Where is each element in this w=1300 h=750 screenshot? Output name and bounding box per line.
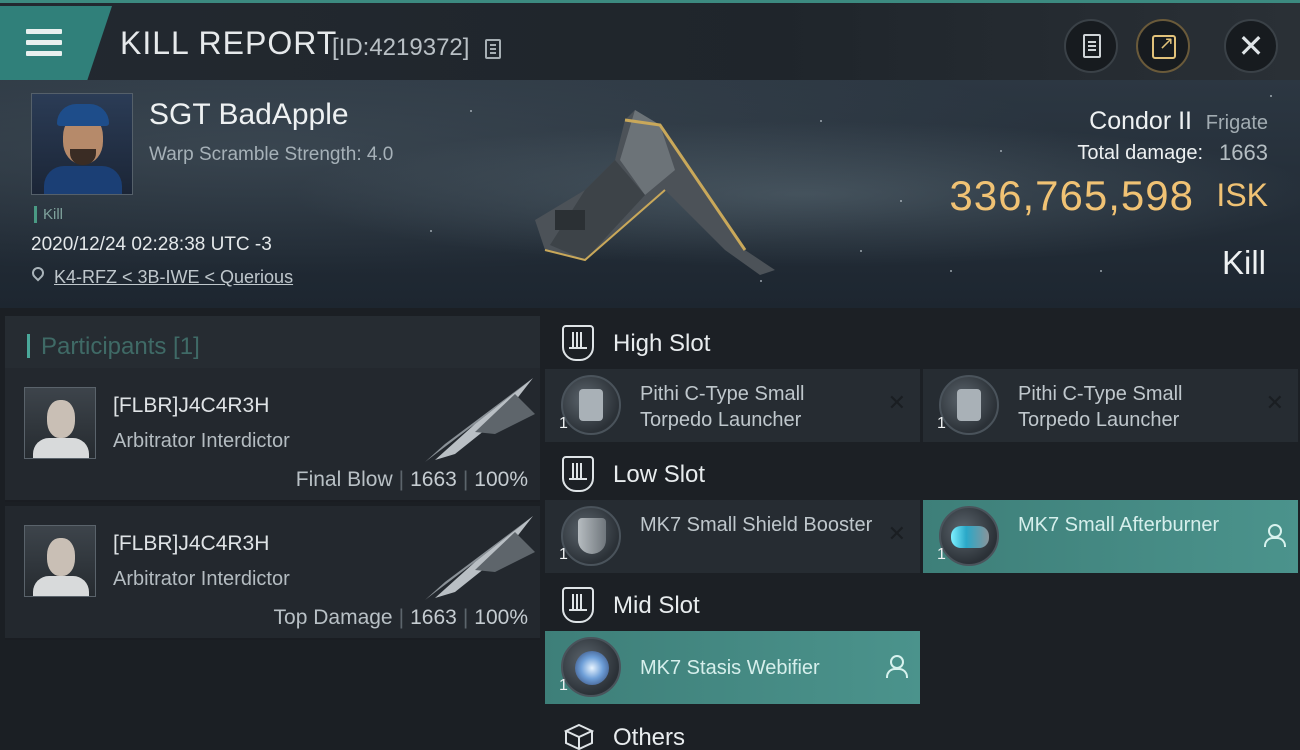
close-icon: ✕ xyxy=(1237,27,1265,65)
module-quantity: 1 xyxy=(559,546,568,563)
page-title: KILL REPORT xyxy=(120,25,338,61)
low-slot-header: Low Slot xyxy=(545,442,1300,504)
module-name: Pithi C-Type Small Torpedo Launcher xyxy=(1018,383,1183,431)
participant-percent: 100% xyxy=(474,606,528,629)
isk-value: 336,765,598 xyxy=(949,172,1194,219)
others-title: Others xyxy=(613,724,686,750)
slot-shield-icon xyxy=(562,456,594,492)
cube-icon xyxy=(564,723,594,750)
total-damage-label: Total damage: xyxy=(1077,142,1203,164)
fitting-panel: High Slot 1 Pithi C-Type Small Torpedo L… xyxy=(545,308,1300,750)
module-name: MK7 Small Shield Booster xyxy=(640,514,873,536)
slot-shield-icon xyxy=(562,325,594,361)
slot-shield-icon xyxy=(562,587,594,623)
attacker-ship-image xyxy=(425,516,535,600)
participant-stats: Top Damage | 1663 | 100% xyxy=(273,606,528,629)
module-quantity: 1 xyxy=(559,677,568,694)
victim-ship-image xyxy=(535,110,775,275)
clipboard-button[interactable] xyxy=(1064,19,1118,73)
kill-result: Kill xyxy=(1221,244,1266,281)
mid-slot-title: Mid Slot xyxy=(613,592,700,619)
participants-label: Participants [1] xyxy=(41,333,200,360)
module-item[interactable]: 1 Pithi C-Type Small Torpedo Launcher ✕ xyxy=(545,369,920,442)
user-icon xyxy=(886,655,908,678)
avatar[interactable] xyxy=(24,387,96,459)
share-icon xyxy=(1152,33,1176,59)
participant-damage: 1663 xyxy=(410,606,457,629)
module-item[interactable]: 1 MK7 Small Shield Booster ✕ xyxy=(545,500,920,573)
victim-hero: SGT BadApple Warp Scramble Strength: 4.0… xyxy=(0,80,1300,308)
module-quantity: 1 xyxy=(937,546,946,563)
x-mark-icon: ✕ xyxy=(887,391,906,416)
participant-row[interactable]: [FLBR]J4C4R3H Arbitrator Interdictor Fin… xyxy=(5,368,540,502)
menu-button[interactable] xyxy=(0,6,112,80)
total-damage-value: 1663 xyxy=(1219,140,1268,165)
stasis-webifier-icon xyxy=(561,637,621,697)
pilot-ship: Arbitrator Interdictor xyxy=(113,430,290,452)
kill-tag: Kill xyxy=(34,206,63,223)
x-mark-icon: ✕ xyxy=(887,522,906,547)
pilot-ship: Arbitrator Interdictor xyxy=(113,568,290,590)
participant-role: Top Damage xyxy=(273,606,393,629)
participant-percent: 100% xyxy=(474,468,528,491)
victim-portrait[interactable] xyxy=(31,93,133,195)
others-header: Others xyxy=(545,705,1300,750)
module-quantity: 1 xyxy=(937,415,946,432)
close-button[interactable]: ✕ xyxy=(1224,19,1278,73)
torpedo-launcher-icon xyxy=(561,375,621,435)
pilot-name: [FLBR]J4C4R3H xyxy=(113,532,270,555)
participant-row[interactable]: [FLBR]J4C4R3H Arbitrator Interdictor Top… xyxy=(5,506,540,640)
module-name: Pithi C-Type Small Torpedo Launcher xyxy=(640,383,805,431)
module-quantity: 1 xyxy=(559,415,568,432)
low-slot-title: Low Slot xyxy=(613,461,706,488)
copy-icon[interactable] xyxy=(485,39,501,59)
mid-slot-header: Mid Slot xyxy=(545,573,1300,635)
warp-scramble-strength: Warp Scramble Strength: 4.0 xyxy=(149,144,394,165)
pilot-name: [FLBR]J4C4R3H xyxy=(113,394,270,417)
participant-stats: Final Blow | 1663 | 100% xyxy=(295,468,528,491)
high-slot-title: High Slot xyxy=(613,330,711,357)
module-name: MK7 Small Afterburner xyxy=(1018,514,1220,536)
top-bar: KILL REPORT [ID:4219372] ✕ xyxy=(0,0,1300,80)
kill-timestamp: 2020/12/24 02:28:38 UTC -3 xyxy=(31,234,272,255)
isk-unit: ISK xyxy=(1216,177,1268,213)
victim-ship-name[interactable]: Condor II xyxy=(1089,107,1192,136)
module-item[interactable]: 1 Pithi C-Type Small Torpedo Launcher ✕ xyxy=(923,369,1298,442)
participants-header: Participants [1] xyxy=(5,316,540,374)
victim-name[interactable]: SGT BadApple xyxy=(149,98,349,132)
kill-location-link[interactable]: K4-RFZ < 3B-IWE < Querious xyxy=(54,267,293,288)
afterburner-icon xyxy=(939,506,999,566)
x-mark-icon: ✕ xyxy=(1265,391,1284,416)
participants-panel: Participants [1] [FLBR]J4C4R3H Arbitrato… xyxy=(0,308,540,750)
shield-booster-icon xyxy=(561,506,621,566)
attacker-ship-image xyxy=(425,378,535,462)
torpedo-launcher-icon xyxy=(939,375,999,435)
report-id: [ID:4219372] xyxy=(332,34,470,61)
victim-ship-class: Frigate xyxy=(1205,112,1268,134)
high-slot-header: High Slot xyxy=(545,311,1300,373)
user-icon xyxy=(1264,524,1286,547)
participant-damage: 1663 xyxy=(410,468,457,491)
share-button[interactable] xyxy=(1136,19,1190,73)
avatar[interactable] xyxy=(24,525,96,597)
clipboard-icon xyxy=(1083,34,1101,58)
module-item[interactable]: 1 MK7 Small Afterburner xyxy=(923,500,1298,573)
module-name: MK7 Stasis Webifier xyxy=(640,657,820,679)
participant-role: Final Blow xyxy=(295,468,393,491)
module-item[interactable]: 1 MK7 Stasis Webifier xyxy=(545,631,920,704)
location-pin-icon xyxy=(29,264,47,282)
